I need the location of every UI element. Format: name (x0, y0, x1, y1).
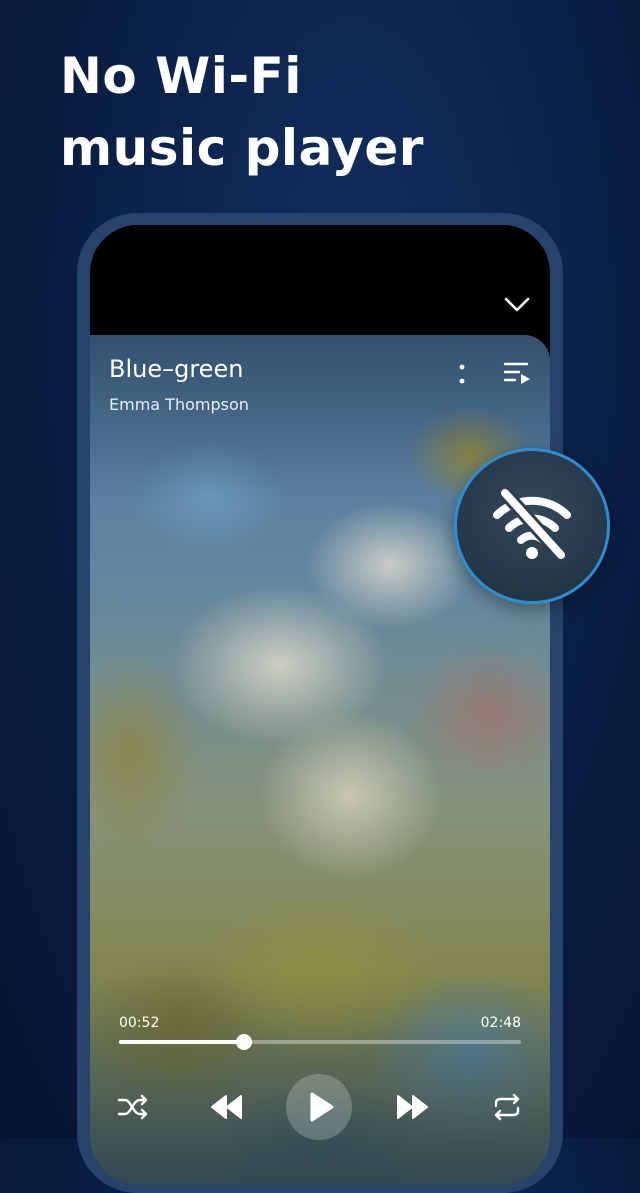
phone-screen: Blue–green Emma Thompson 00:52 02:48 (90, 225, 550, 1185)
headline-line-1: No Wi-Fi (60, 47, 302, 105)
album-artwork: Blue–green Emma Thompson 00:52 02:48 (90, 335, 550, 1185)
repeat-button[interactable] (487, 1087, 527, 1127)
seek-bar-progress (119, 1040, 244, 1044)
queue-playlist-icon (503, 362, 530, 384)
headline-line-2: music player (60, 119, 424, 177)
song-artist: Emma Thompson (109, 395, 249, 414)
artwork-overlay (90, 335, 550, 1185)
chevron-down-icon (504, 297, 530, 312)
total-duration: 02:48 (480, 1015, 521, 1031)
next-button[interactable] (392, 1087, 432, 1127)
play-icon (310, 1092, 334, 1122)
fast-forward-icon (397, 1095, 428, 1119)
seek-bar[interactable] (119, 1034, 521, 1050)
more-options-button[interactable] (450, 361, 474, 387)
song-title: Blue–green (109, 355, 244, 383)
player-top-bar (90, 225, 550, 335)
shuffle-icon (117, 1094, 148, 1120)
seek-bar-thumb[interactable] (235, 1034, 252, 1050)
collapse-player-button[interactable] (502, 293, 532, 317)
promo-headline: No Wi-Fi music player (60, 40, 600, 184)
repeat-icon (494, 1093, 520, 1121)
elapsed-time: 00:52 (119, 1015, 160, 1031)
wifi-off-icon (493, 487, 571, 562)
play-button[interactable] (286, 1074, 352, 1140)
no-wifi-badge (454, 448, 610, 604)
more-vertical-icon (459, 364, 465, 384)
queue-button[interactable] (502, 359, 532, 387)
shuffle-button[interactable] (113, 1087, 153, 1127)
previous-button[interactable] (207, 1087, 247, 1127)
rewind-icon (211, 1095, 242, 1119)
